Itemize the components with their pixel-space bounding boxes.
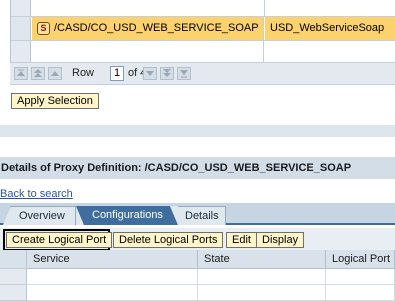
empty-cell [198,285,326,301]
previous-page-set-icon[interactable] [31,67,45,80]
empty-cell [265,41,395,62]
row-selector[interactable] [11,17,31,40]
row-selector[interactable] [11,41,31,62]
last-page-icon[interactable] [177,67,191,80]
tab-separator [76,206,84,225]
tab-separator [170,206,178,225]
column-header-state[interactable]: State [198,250,326,269]
empty-cell [32,41,264,62]
apply-selection-button[interactable]: Apply Selection [11,93,99,109]
proxy-results-table: S /CASD/CO_USD_WEB_SERVICE_SOAP USD_WebS… [10,0,395,64]
create-logical-port-button[interactable]: Create Logical Port [6,232,113,248]
proxy-description-cell[interactable]: USD_WebServiceSoap [265,17,395,40]
row-label: Row [72,67,95,79]
delete-logical-ports-button[interactable]: Delete Logical Ports [113,232,224,248]
logical-ports-table: Service State Logical Port [0,250,395,301]
table-pager: Row 1 of 4 [10,63,395,85]
edit-button[interactable]: Edit [226,232,257,248]
display-button[interactable]: Display [256,232,305,248]
details-tabstrip: Overview Configurations Details [0,203,395,225]
select-all-cell[interactable] [0,250,27,269]
proxy-name-cell[interactable]: S /CASD/CO_USD_WEB_SERVICE_SOAP [32,17,264,40]
row-selector[interactable] [0,285,27,301]
next-row-icon[interactable] [143,67,157,80]
column-header-service[interactable]: Service [27,250,198,269]
empty-cell [326,269,395,285]
back-to-search-link[interactable]: Back to search [0,188,73,200]
empty-cell [27,285,198,301]
row-selector[interactable] [0,269,27,285]
table-row-partial [11,0,395,17]
previous-row-icon[interactable] [48,67,62,80]
empty-cell [198,269,326,285]
proxy-name: /CASD/CO_USD_WEB_SERVICE_SOAP [54,22,259,34]
proxy-description: USD_WebServiceSoap [270,22,385,34]
section-divider [0,125,395,137]
details-title: Details of Proxy Definition: /CASD/CO_US… [1,162,352,174]
column-header-logical-port[interactable]: Logical Port [326,250,395,269]
next-page-set-icon[interactable] [160,67,174,80]
current-row-input[interactable]: 1 [110,66,124,81]
empty-cell [27,269,198,285]
first-page-icon[interactable] [14,67,28,80]
tab-separator [3,206,11,225]
tab-overview[interactable]: Overview [10,206,76,225]
empty-cell [326,285,395,301]
tab-configurations[interactable]: Configurations [84,206,170,225]
proxy-class-icon: S [37,22,50,35]
tab-details[interactable]: Details [176,206,226,225]
table-row[interactable] [11,41,395,63]
table-row[interactable]: S /CASD/CO_USD_WEB_SERVICE_SOAP USD_WebS… [11,17,395,41]
